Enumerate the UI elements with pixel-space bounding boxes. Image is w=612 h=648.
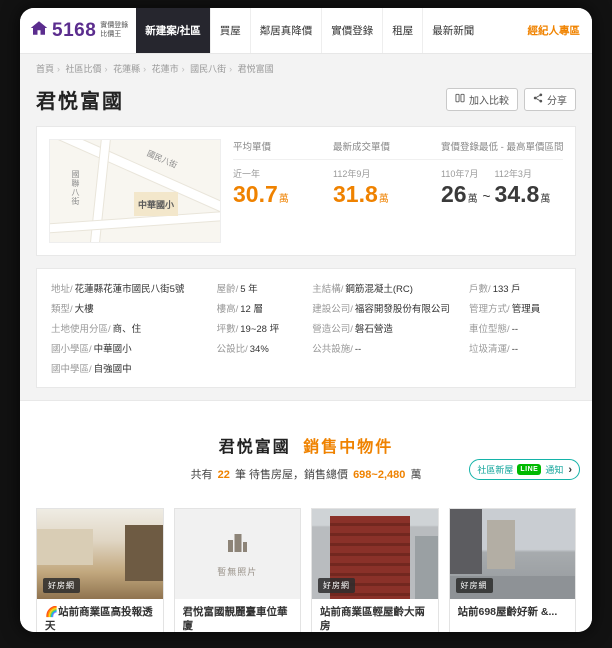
listing-title: 站前698屋齡好新 &... xyxy=(457,606,558,618)
detail-elementary: 國小學區/中華國小 xyxy=(51,344,132,355)
line-notify-button[interactable]: 社區新屋 LINE 通知 › xyxy=(469,459,580,480)
source-badge: 好房網 xyxy=(318,578,355,593)
nav-tab-buy[interactable]: 買屋 xyxy=(209,8,250,53)
detail-address: 地址/花蓮縣花蓮市國民八街5號 xyxy=(51,284,185,295)
map-school-label: 中華國小 xyxy=(138,200,175,210)
listing-photo-placeholder: 暫無照片 xyxy=(174,509,300,599)
stats-values: 近一年 30.7萬 112年9月 31.8萬 110年7月 26萬 ~ 112年… xyxy=(233,160,563,206)
listing-card[interactable]: 好房網 站前698屋齡好新 &... 19.77 坪 2 房(室) 2 樓 69… xyxy=(448,508,576,632)
map-street-label: 國聯八街 xyxy=(71,170,80,206)
detail-floors: 樓高/12 層 xyxy=(216,304,263,315)
nav-tab-news[interactable]: 最新新聞 xyxy=(422,8,483,53)
detail-garbage: 垃圾清運/-- xyxy=(469,344,519,355)
latest-price-value: 31.8萬 xyxy=(333,181,389,207)
stat-header-avg: 平均單價 xyxy=(233,142,272,153)
agent-zone-link[interactable]: 經紀人專區 xyxy=(516,8,593,53)
breadcrumb-county[interactable]: 花蓮縣 xyxy=(113,64,140,74)
title-actions: 加入比較 分享 xyxy=(446,88,576,111)
avg-price-value: 30.7萬 xyxy=(233,181,289,207)
listing-title: 🌈站前商業區高投報透天 xyxy=(45,606,153,632)
property-details: 地址/花蓮縣花蓮市國民八街5號 屋齡/5 年 主結構/鋼筋混凝土(RC) 戶數/… xyxy=(36,268,576,388)
price-range: 698~2,480 xyxy=(353,469,406,481)
share-button[interactable]: 分享 xyxy=(524,88,576,111)
nav-tab-new-community[interactable]: 新建案/社區 xyxy=(136,8,210,53)
listing-count: 22 xyxy=(217,469,230,481)
listing-card[interactable]: 暫無照片 君悅富國靚麗臺車位華廈 32.83 坪 2 房(室) 2-12 樓 1… xyxy=(173,508,301,632)
site-logo[interactable]: 5168 實價登錄 比價王 xyxy=(20,8,136,53)
range-high: 112年3月 34.8萬 xyxy=(494,169,551,207)
share-icon xyxy=(533,93,543,106)
listings-heading: 君悦富國 銷售中物件 xyxy=(218,439,394,456)
listing-photo: 好房網 xyxy=(312,509,438,599)
no-photo-icon xyxy=(224,531,250,560)
listing-card[interactable]: 好房網 🌈站前商業區高投報透天 22.18 坪 2 房(室) 4 樓 768萬 xyxy=(36,508,164,632)
line-icon: LINE xyxy=(517,464,542,475)
breadcrumb-compare[interactable]: 社區比價 xyxy=(66,64,102,74)
site-header: 5168 實價登錄 比價王 新建案/社區 買屋 鄰居真降價 實價登錄 租屋 最新… xyxy=(20,8,592,54)
price-stats: 平均單價 最新成交單價 實價登錄最低 - 最高單價區間 近一年 30.7萬 11… xyxy=(233,139,563,243)
detail-junior-high: 國中學區/自強國中 xyxy=(51,364,132,375)
range-low: 110年7月 26萬 xyxy=(441,169,479,207)
detail-zoning: 土地使用分區/商、住 xyxy=(51,324,142,335)
add-compare-button[interactable]: 加入比較 xyxy=(446,88,518,111)
page-title: 君悦富國 xyxy=(36,91,124,113)
detail-developer: 建設公司/福容開發股份有限公司 xyxy=(312,304,450,315)
stats-headers: 平均單價 最新成交單價 實價登錄最低 - 最高單價區間 xyxy=(233,139,563,160)
nav-tab-price-registry[interactable]: 實價登錄 xyxy=(321,8,382,53)
breadcrumb-home[interactable]: 首頁 xyxy=(36,64,54,74)
detail-age: 屋齡/5 年 xyxy=(216,284,258,295)
map-street-label: 國民八街 xyxy=(145,148,179,171)
detail-size: 坪數/19~28 坪 xyxy=(216,324,280,335)
breadcrumb-current: 君悦富國 xyxy=(237,64,274,74)
summary-card: 國聯八街 國民八街 中華國小 平均單價 最新成交單價 實價登錄最低 - 最高單價… xyxy=(36,126,576,256)
detail-public-ratio: 公設比/34% xyxy=(216,344,269,355)
breadcrumb-city[interactable]: 花蓮市 xyxy=(152,64,179,74)
listing-card[interactable]: 好房網 站前商業區輕屋齡大兩房 39.07 坪 -- 房(室) 1 樓 2,48… xyxy=(311,508,439,632)
detail-structure: 主結構/鋼筋混凝土(RC) xyxy=(312,284,413,295)
listings-section: 君悦富國 銷售中物件 共有 22 筆 待售房屋，銷售總價 698~2,480 萬… xyxy=(20,400,592,632)
listing-title: 君悅富國靚麗臺車位華廈 xyxy=(182,606,288,632)
chevron-right-icon: › xyxy=(568,463,572,476)
breadcrumb: 首頁 › 社區比價 › 花蓮縣 › 花蓮市 › 國民八街 › 君悦富國 xyxy=(36,64,274,74)
stat-latest: 112年9月 31.8萬 xyxy=(333,167,441,206)
browser-page: 5168 實價登錄 比價王 新建案/社區 買屋 鄰居真降價 實價登錄 租屋 最新… xyxy=(20,8,592,632)
listing-photo: 好房網 xyxy=(449,509,575,599)
source-badge: 好房網 xyxy=(455,578,493,593)
stat-header-range: 實價登錄最低 - 最高單價區間 xyxy=(441,142,564,153)
detail-builder: 營造公司/磐石營造 xyxy=(312,324,393,335)
listing-title: 站前商業區輕屋齡大兩房 xyxy=(320,606,425,632)
source-badge: 好房網 xyxy=(43,578,80,593)
range-tilde: ~ xyxy=(482,188,491,204)
compare-icon xyxy=(455,93,465,106)
nav-tab-rent[interactable]: 租屋 xyxy=(382,8,422,53)
stat-avg: 近一年 30.7萬 xyxy=(233,167,333,206)
detail-parking: 車位型態/-- xyxy=(469,324,519,335)
title-row: 君悦富國 加入比較 分享 xyxy=(20,77,592,118)
stat-range: 110年7月 26萬 ~ 112年3月 34.8萬 xyxy=(441,167,563,206)
logo-number: 5168 xyxy=(52,19,97,41)
detail-type: 類型/大樓 xyxy=(51,304,94,315)
listing-cards: 好房網 🌈站前商業區高投報透天 22.18 坪 2 房(室) 4 樓 768萬 … xyxy=(36,508,576,632)
listing-photo: 好房網 xyxy=(37,509,163,599)
location-map[interactable]: 國聯八街 國民八街 中華國小 xyxy=(49,139,221,243)
detail-households: 戶數/133 戶 xyxy=(469,284,521,295)
house-logo-icon xyxy=(30,20,48,41)
detail-management: 管理方式/管理員 xyxy=(469,304,541,315)
nav-tab-price-drop[interactable]: 鄰居真降價 xyxy=(249,8,322,53)
breadcrumb-street[interactable]: 國民八街 xyxy=(190,64,226,74)
stat-header-latest: 最新成交單價 xyxy=(333,142,391,153)
detail-facilities: 公共設施/-- xyxy=(312,344,362,355)
logo-tagline: 實價登錄 比價王 xyxy=(100,21,129,38)
main-nav: 新建案/社區 買屋 鄰居真降價 實價登錄 租屋 最新新聞 xyxy=(136,8,483,53)
